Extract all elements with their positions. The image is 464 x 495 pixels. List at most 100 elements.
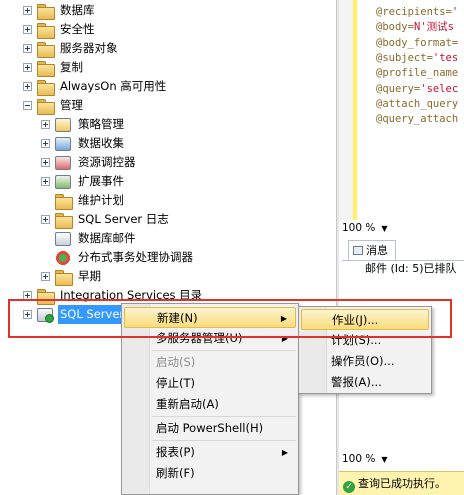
menu-item-label: 重新启动(A) xyxy=(156,397,219,411)
folder-icon xyxy=(37,60,55,77)
expand-icon[interactable] xyxy=(23,25,32,34)
folder-icon xyxy=(37,3,55,20)
folder-icon xyxy=(37,22,55,39)
query-editor[interactable]: @recipients=' @body=N'测试s @body_format= @su… xyxy=(339,0,464,220)
menu-item-label: 启动(S) xyxy=(156,355,196,369)
editor-gutter xyxy=(339,0,353,220)
context-menu-item[interactable]: 报表(P) ▶ xyxy=(124,442,296,463)
tree-item-label: 安全性 xyxy=(60,22,95,36)
submenu-arrow-icon: ▶ xyxy=(280,314,287,323)
menu-item-label: 启动 PowerShell(H) xyxy=(156,421,264,435)
tree-item-label: 策略管理 xyxy=(78,117,124,131)
code-string: 'tes xyxy=(432,51,459,64)
tree-item[interactable]: SQL Server 日志 xyxy=(41,210,171,229)
submenu-item-label: 计划(S)... xyxy=(331,333,382,347)
expand-icon[interactable] xyxy=(23,310,32,319)
expand-icon[interactable] xyxy=(23,291,32,300)
results-zoom-value: 100 % xyxy=(342,453,376,465)
tree-item[interactable]: 资源调控器 xyxy=(41,153,138,172)
expand-icon[interactable] xyxy=(41,120,50,129)
editor-zoom-value: 100 % xyxy=(342,222,376,234)
expand-icon[interactable] xyxy=(23,82,32,91)
code-parameter: @attach_query xyxy=(376,97,459,110)
expand-icon[interactable] xyxy=(41,139,50,148)
editor-zoom-select[interactable]: 100 % ▼ xyxy=(342,221,402,236)
expand-icon[interactable] xyxy=(23,6,32,15)
expand-icon[interactable] xyxy=(23,63,32,72)
tree-item-label: SQL Server 日志 xyxy=(78,212,169,226)
expand-icon[interactable] xyxy=(41,272,50,281)
folder-icon xyxy=(55,212,73,229)
submenu-item-label: 操作员(O)... xyxy=(331,354,395,368)
code-line: @attach_query xyxy=(376,97,458,111)
tree-item[interactable]: SQL Server xyxy=(23,305,127,324)
context-menu-item[interactable]: 启动 PowerShell(H) xyxy=(124,418,296,439)
folder-icon xyxy=(55,269,73,286)
code-parameter: @body= xyxy=(376,21,414,34)
tree-item[interactable]: AlwaysOn 高可用性 xyxy=(23,77,168,96)
submenu-item[interactable]: 操作员(O)... xyxy=(301,351,429,372)
code-line: @subject='tes xyxy=(376,51,458,65)
code-line: @profile_name xyxy=(376,66,458,80)
collapse-icon[interactable] xyxy=(23,101,32,110)
tree-item[interactable]: 复制 xyxy=(23,58,85,77)
tree-item-label: 服务器对象 xyxy=(60,41,118,55)
expand-icon[interactable] xyxy=(41,215,50,224)
tree-item[interactable]: 服务器对象 xyxy=(23,39,120,58)
context-menu-item[interactable]: 多服务器管理(U) ▶ xyxy=(124,328,296,349)
extended-events-icon xyxy=(55,174,71,189)
results-zoom-select[interactable]: 100 % ▼ xyxy=(342,452,407,467)
tree-item-label: 复制 xyxy=(60,60,83,74)
data-collection-icon xyxy=(55,136,71,151)
menu-separator xyxy=(152,416,296,417)
menu-separator xyxy=(152,440,296,441)
tree-item[interactable]: 维护计划 xyxy=(41,191,126,210)
resource-governor-icon xyxy=(55,155,71,170)
tree-item-label: SQL Server xyxy=(58,305,127,324)
tree-item[interactable]: 早期 xyxy=(41,267,103,286)
new-submenu: 作业(J)... 计划(S)... 操作员(O)... 警报(A)... xyxy=(298,306,432,394)
message-text: 邮件 (Id: 5)已排队 xyxy=(365,262,457,275)
tree-item[interactable]: 分布式事务处理协调器 xyxy=(41,248,195,267)
folder-icon xyxy=(37,98,55,115)
code-line: @recipients=' xyxy=(376,5,458,19)
submenu-item[interactable]: 警报(A)... xyxy=(301,372,429,393)
folder-icon xyxy=(37,288,55,305)
tree-item-label: AlwaysOn 高可用性 xyxy=(60,79,167,93)
query-status-bar: ✓ 查询已成功执行。 xyxy=(339,471,464,495)
tree-item[interactable]: 扩展事件 xyxy=(41,172,126,191)
tab-messages[interactable]: 消息 xyxy=(348,240,396,260)
context-menu-item[interactable]: 停止(T) xyxy=(124,373,296,394)
tree-item-label: 数据收集 xyxy=(78,136,124,150)
tree-item-label: 数据库 xyxy=(60,3,95,17)
tree-item[interactable]: 安全性 xyxy=(23,20,97,39)
tree-item[interactable]: 管理 xyxy=(23,96,85,115)
tree-item-label: 早期 xyxy=(78,269,101,283)
tree-item[interactable]: 数据收集 xyxy=(41,134,126,153)
context-menu-item[interactable]: 新建(N) ▶ xyxy=(124,307,296,328)
submenu-item[interactable]: 作业(J)... xyxy=(301,309,429,330)
code-line: @body_format= xyxy=(376,36,458,50)
code-string: N'测试s xyxy=(413,21,454,34)
folder-icon xyxy=(37,41,55,58)
context-menu-item[interactable]: 刷新(F) xyxy=(124,463,296,484)
tree-item[interactable]: 数据库邮件 xyxy=(41,229,138,248)
tree-item[interactable]: 数据库 xyxy=(23,1,97,20)
menu-item-label: 刷新(F) xyxy=(156,466,195,480)
code-string: 'selec xyxy=(420,82,459,95)
expand-icon[interactable] xyxy=(41,158,50,167)
tree-item-label: 管理 xyxy=(60,98,83,112)
expand-icon[interactable] xyxy=(23,44,32,53)
context-menu-item[interactable]: 重新启动(A) xyxy=(124,394,296,415)
menu-item-label: 新建(N) xyxy=(157,311,198,325)
menu-item-label: 停止(T) xyxy=(156,376,195,390)
tree-item[interactable]: 策略管理 xyxy=(41,115,126,134)
tree-item-label: 资源调控器 xyxy=(78,155,136,169)
chevron-down-icon: ▼ xyxy=(381,455,388,464)
context-menu-item: 启动(S) xyxy=(124,352,296,373)
code-line: @body=N'测试s xyxy=(376,20,454,34)
folder-icon xyxy=(37,79,55,96)
expand-icon[interactable] xyxy=(41,177,50,186)
submenu-item[interactable]: 计划(S)... xyxy=(301,330,429,351)
code-parameter: @body_format= xyxy=(376,36,459,49)
